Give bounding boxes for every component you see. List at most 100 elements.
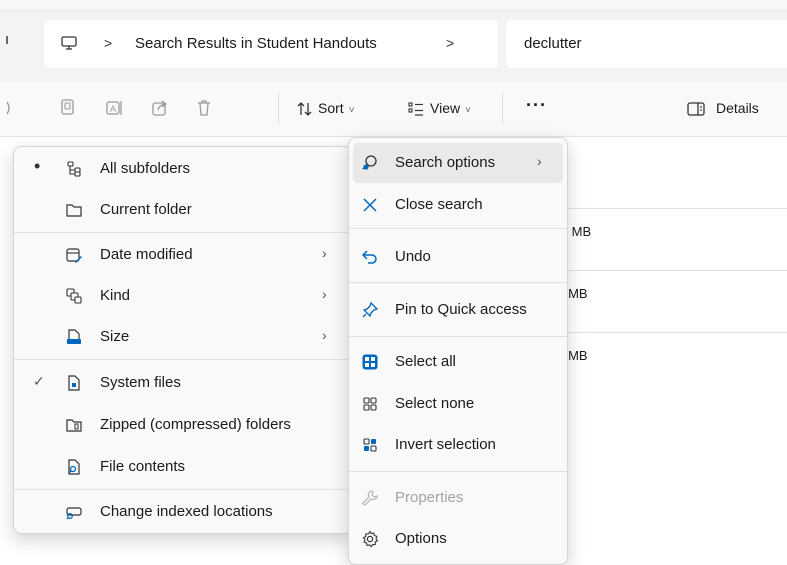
menu-item-all-subfolders[interactable]: • All subfolders (14, 149, 352, 189)
menu-item-label: Select none (395, 395, 475, 412)
copy-icon[interactable] (58, 98, 78, 122)
menu-divider (14, 232, 352, 233)
menu-item-kind[interactable]: Kind › (14, 276, 352, 316)
menu-item-invert-selection[interactable]: Invert selection (349, 425, 567, 465)
breadcrumb-item-search-results[interactable]: Search Results in Student Handouts (135, 35, 377, 52)
see-more-menu: Search options › Close search Undo Pin t… (348, 137, 568, 565)
menu-divider (349, 228, 567, 229)
view-label: View (430, 100, 461, 116)
chevron-right-icon: › (537, 153, 542, 169)
details-button[interactable]: Details (716, 100, 759, 116)
menu-item-label: Invert selection (395, 436, 496, 453)
menu-item-options[interactable]: Options (349, 519, 567, 559)
chevron-right-icon[interactable]: > (104, 35, 112, 51)
menu-item-label: Size (100, 328, 130, 345)
menu-item-label: Change indexed locations (100, 503, 273, 520)
folder-tree-icon (65, 160, 83, 182)
command-bar: A Sort ˅ View ˅ ··· Details (0, 82, 787, 137)
chevron-down-icon: ˅ (348, 105, 355, 116)
menu-item-label: Select all (395, 353, 456, 370)
menu-item-change-indexed-locations[interactable]: Change indexed locations (14, 492, 352, 532)
system-file-icon (65, 374, 83, 396)
menu-item-size[interactable]: Size › (14, 317, 352, 357)
menu-item-label: System files (100, 374, 181, 391)
menu-item-label: Date modified (100, 246, 193, 263)
chevron-down-icon: ˅ (465, 105, 471, 116)
menu-item-select-none[interactable]: Select none (349, 384, 567, 424)
sort-icon[interactable] (296, 100, 314, 122)
zip-folder-icon (65, 416, 83, 438)
menu-item-date-modified[interactable]: Date modified › (14, 235, 352, 275)
toolbar-divider (502, 94, 503, 124)
chevron-right-icon: › (322, 245, 327, 261)
menu-divider (349, 471, 567, 472)
search-options-icon (361, 154, 379, 176)
menu-item-file-contents[interactable]: File contents (14, 447, 352, 487)
menu-item-label: Search options (395, 154, 496, 171)
menu-divider (349, 282, 567, 283)
kind-icon (65, 287, 83, 309)
menu-item-label: Undo (395, 248, 431, 265)
sort-button[interactable]: Sort ˅ (318, 100, 355, 116)
file-size-icon (65, 328, 83, 350)
view-icon[interactable] (407, 100, 425, 122)
close-icon (361, 196, 379, 218)
address-bar-area: > Search Results in Student Handouts > d… (0, 0, 787, 82)
delete-icon[interactable] (194, 98, 214, 122)
menu-item-label: File contents (100, 458, 186, 475)
toolbar-divider (278, 94, 279, 124)
file-search-icon (65, 458, 83, 480)
row-divider (565, 208, 787, 209)
menu-item-label: Properties (395, 489, 464, 506)
menu-divider (14, 489, 352, 490)
select-all-icon (361, 353, 379, 375)
calendar-edit-icon (65, 246, 83, 268)
pin-icon (361, 301, 379, 323)
chevron-right-icon: › (322, 327, 327, 343)
menu-item-search-options[interactable]: Search options › (353, 143, 563, 183)
menu-divider (349, 336, 567, 337)
wrench-icon (361, 489, 379, 511)
nav-edge-mark (6, 36, 8, 44)
search-options-menu: • All subfolders Current folder Date mod… (13, 146, 353, 534)
menu-item-properties[interactable]: Properties (349, 478, 567, 518)
partial-icon (6, 99, 12, 121)
invert-selection-icon (361, 436, 379, 458)
view-button[interactable]: View ˅ (430, 100, 471, 116)
select-none-icon (361, 395, 379, 417)
menu-item-label: Zipped (compressed) folders (100, 416, 291, 433)
menu-item-zipped-folders[interactable]: Zipped (compressed) folders (14, 405, 352, 445)
details-pane-icon[interactable] (686, 100, 706, 122)
menu-item-system-files[interactable]: ✓ System files (14, 363, 352, 403)
rename-icon[interactable]: A (104, 98, 124, 122)
share-icon[interactable] (150, 98, 170, 122)
row-divider (565, 332, 787, 333)
menu-item-undo[interactable]: Undo (349, 237, 567, 277)
menu-item-close-search[interactable]: Close search (349, 185, 567, 225)
menu-divider (14, 359, 352, 360)
menu-item-label: Pin to Quick access (395, 301, 527, 318)
row-divider (565, 270, 787, 271)
menu-item-label: Options (395, 530, 447, 547)
selected-dot-icon: • (34, 156, 41, 176)
title-strip (0, 0, 787, 11)
see-more-button[interactable]: ··· (526, 95, 547, 116)
folder-icon (65, 201, 83, 223)
breadcrumb[interactable]: > Search Results in Student Handouts > (44, 20, 498, 68)
menu-item-label: Current folder (100, 201, 192, 218)
menu-item-select-all[interactable]: Select all (349, 342, 567, 382)
sort-label: Sort (318, 100, 344, 116)
checkmark-icon: ✓ (33, 373, 45, 389)
chevron-right-icon[interactable]: > (446, 35, 454, 51)
search-query[interactable]: declutter (524, 35, 582, 52)
search-input[interactable]: declutter (506, 20, 787, 68)
menu-item-current-folder[interactable]: Current folder (14, 190, 352, 230)
svg-text:A: A (110, 104, 116, 114)
menu-item-label: All subfolders (100, 160, 191, 177)
menu-item-label: Kind (100, 287, 131, 304)
gear-icon (361, 530, 379, 552)
chevron-right-icon: › (322, 286, 327, 302)
undo-icon (361, 248, 379, 270)
index-search-icon (65, 503, 83, 525)
menu-item-pin-quick-access[interactable]: Pin to Quick access (349, 290, 567, 330)
